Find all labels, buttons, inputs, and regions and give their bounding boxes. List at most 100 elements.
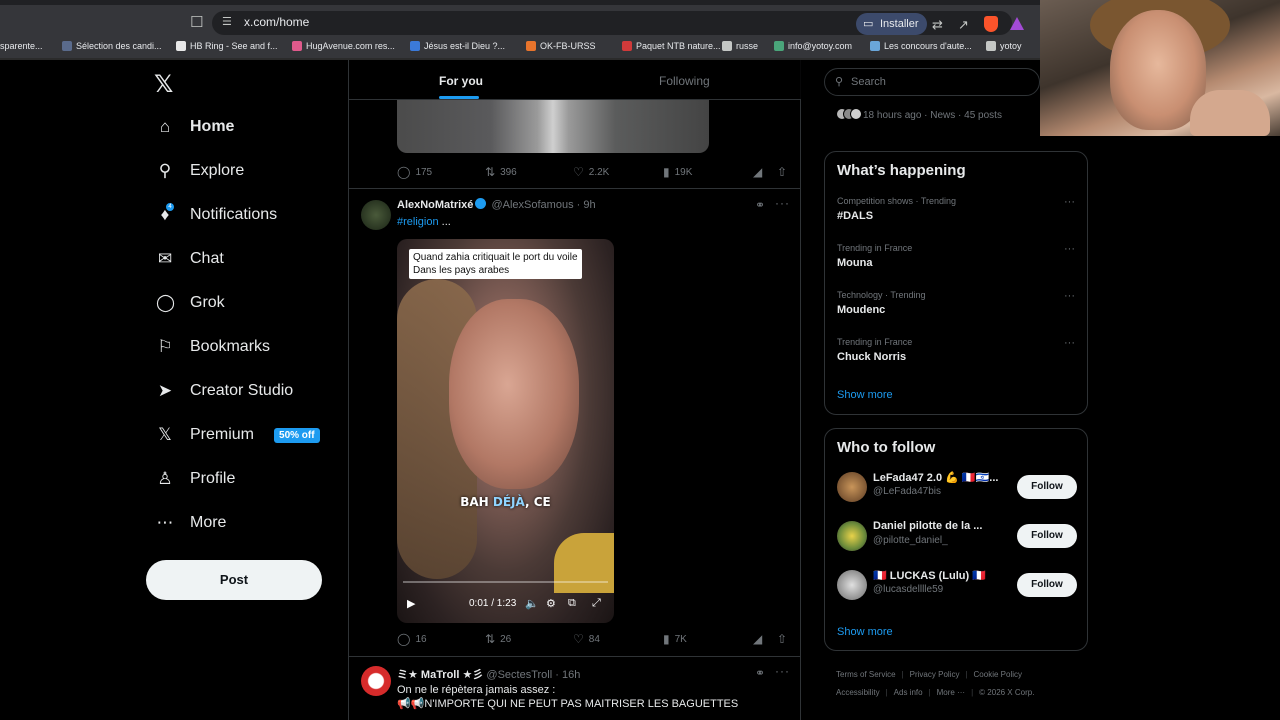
footer-link[interactable]: Cookie Policy: [974, 670, 1022, 679]
share-tweet-button[interactable]: ⇧: [777, 165, 787, 179]
suggestion-name[interactable]: LeFada47 2.0 💪 🇫🇷🇮🇱...: [873, 471, 998, 484]
follow-button[interactable]: Follow: [1017, 524, 1077, 548]
footer-link[interactable]: Terms of Service: [836, 670, 896, 679]
repost-button[interactable]: ⇅ 26: [485, 632, 511, 646]
share-icon[interactable]: ↗: [958, 17, 969, 33]
tab-for-you[interactable]: For you: [439, 74, 483, 88]
nav-item-bookmarks[interactable]: ⚐ Bookmarks: [156, 329, 270, 365]
follow-button[interactable]: Follow: [1017, 475, 1077, 499]
post-button[interactable]: Post: [146, 560, 322, 600]
footer-link[interactable]: Ads info: [894, 688, 923, 697]
caption-line-1: Quand zahia critiquait le port du voile: [413, 252, 578, 263]
footer-link[interactable]: Privacy Policy: [910, 670, 960, 679]
like-button[interactable]: ♡ 84: [573, 632, 600, 646]
trend-item[interactable]: Technology · Trending Moudenc ···: [837, 290, 1077, 316]
author-handle[interactable]: @AlexSofamous: [491, 199, 573, 211]
brave-rewards-icon[interactable]: [1010, 17, 1024, 30]
previous-tweet-media[interactable]: [397, 100, 709, 153]
suggestion-name[interactable]: 🇫🇷 LUCKAS (Lulu) 🇫🇷: [873, 569, 986, 582]
nav-item-chat[interactable]: ✉ Chat: [156, 241, 224, 277]
trend-item[interactable]: Competition shows · Trending #DALS ···: [837, 196, 1077, 222]
like-button[interactable]: ♡ 2.2K: [573, 165, 609, 179]
tab-following[interactable]: Following: [659, 74, 710, 88]
bookmark-page-icon[interactable]: ☐: [190, 13, 204, 31]
footer-link[interactable]: Accessibility: [836, 688, 880, 697]
settings-icon[interactable]: ⚙: [546, 597, 556, 610]
trend-item[interactable]: Trending in France Chuck Norris ···: [837, 337, 1077, 363]
show-more-trends-link[interactable]: Show more: [837, 389, 893, 401]
grok-analyze-icon[interactable]: ⚭: [755, 666, 766, 680]
nav-item-profile[interactable]: ♙ Profile: [156, 461, 235, 497]
bookmark-item[interactable]: info@yotoy.com: [774, 41, 852, 51]
follow-suggestion[interactable]: LeFada47 2.0 💪 🇫🇷🇮🇱... @LeFada47bis Follow: [837, 469, 1077, 505]
bookmark-item[interactable]: Les concours d'aute...: [870, 41, 972, 51]
follow-suggestion[interactable]: 🇫🇷 LUCKAS (Lulu) 🇫🇷 @lucasdelllle59 Follow: [837, 567, 1077, 603]
brave-shield-icon[interactable]: [984, 16, 998, 32]
bookmark-favicon-icon: [176, 41, 186, 51]
reply-button[interactable]: ◯ 16: [397, 632, 427, 646]
nav-item-home[interactable]: ⌂ Home: [156, 109, 235, 145]
fullscreen-icon[interactable]: ⤢: [592, 597, 601, 610]
tweet-time[interactable]: · 9h: [577, 199, 596, 211]
footer-link[interactable]: © 2026 X Corp.: [979, 688, 1034, 697]
volume-icon[interactable]: 🔈: [525, 597, 539, 610]
nav-item-grok[interactable]: ◯ Grok: [156, 285, 225, 321]
footer-link[interactable]: More ···: [937, 688, 965, 697]
avatar[interactable]: [361, 200, 391, 230]
trend-more-icon[interactable]: ···: [1064, 243, 1075, 255]
trend-more-icon[interactable]: ···: [1064, 337, 1075, 349]
repost-button[interactable]: ⇅ 396: [485, 165, 517, 179]
avatar[interactable]: [837, 570, 867, 600]
show-more-follow-link[interactable]: Show more: [837, 626, 893, 638]
translate-icon[interactable]: ⇄: [932, 17, 943, 33]
nav-item-creator-studio[interactable]: ➤ Creator Studio: [156, 373, 293, 409]
search-input[interactable]: ⚲ Search: [824, 68, 1040, 96]
follow-button[interactable]: Follow: [1017, 573, 1077, 597]
news-item[interactable]: 18 hours ago · News · 45 posts: [836, 108, 1002, 123]
author-handle[interactable]: @SectesTroll: [486, 669, 552, 681]
views-button[interactable]: ▮ 19K: [663, 165, 692, 179]
views-button[interactable]: ▮ 7K: [663, 632, 687, 646]
bookmark-tweet-button[interactable]: ◢: [753, 632, 762, 646]
bookmark-item[interactable]: HB Ring - See and f...: [176, 41, 278, 51]
bookmark-item[interactable]: Jésus est-il Dieu ?...: [410, 41, 505, 51]
url-text[interactable]: x.com/home: [244, 15, 309, 29]
bookmark-item[interactable]: sparente...: [0, 41, 43, 51]
bookmark-item[interactable]: yotoy: [986, 41, 1022, 51]
share-tweet-button[interactable]: ⇧: [777, 632, 787, 646]
author-name[interactable]: AlexNoMatrixé: [397, 199, 473, 211]
nav-item-notifications[interactable]: ♦ 4 Notifications: [156, 197, 277, 233]
nav-item-explore[interactable]: ⚲ Explore: [156, 153, 244, 189]
bookmark-item[interactable]: russe: [722, 41, 758, 51]
more-options-icon[interactable]: ···: [775, 196, 790, 210]
trend-more-icon[interactable]: ···: [1064, 196, 1075, 208]
install-app-button[interactable]: ▭ Installer: [856, 13, 927, 35]
site-info-icon[interactable]: ☰: [222, 15, 232, 28]
play-icon[interactable]: ▶: [407, 597, 415, 610]
hashtag-link[interactable]: #religion: [397, 216, 439, 228]
avatar[interactable]: [837, 472, 867, 502]
video-progress-bar[interactable]: [403, 581, 608, 583]
more-options-icon[interactable]: ···: [775, 664, 790, 678]
x-logo-icon[interactable]: 𝕏: [154, 70, 173, 99]
nav-item-premium[interactable]: 𝕏 Premium 50% off: [156, 417, 320, 453]
video-player[interactable]: Quand zahia critiquait le port du voile …: [397, 239, 614, 623]
author-name[interactable]: ミ★ MaTroll ★彡: [397, 669, 483, 681]
bookmark-item[interactable]: Sélection des candi...: [62, 41, 162, 51]
trend-more-icon[interactable]: ···: [1064, 290, 1075, 302]
suggestion-name[interactable]: Daniel pilotte de la ...: [873, 520, 982, 532]
bookmark-item[interactable]: OK-FB-URSS: [526, 41, 596, 51]
avatar[interactable]: [837, 521, 867, 551]
tweet-time[interactable]: · 16h: [555, 669, 580, 681]
follow-suggestion[interactable]: Daniel pilotte de la ... @pilotte_daniel_…: [837, 518, 1077, 554]
pip-icon[interactable]: ⧉: [568, 597, 576, 610]
trend-item[interactable]: Trending in France Mouna ···: [837, 243, 1077, 269]
reply-button[interactable]: ◯ 175: [397, 165, 432, 179]
avatar[interactable]: [361, 666, 391, 696]
bookmark-tweet-button[interactable]: ◢: [753, 165, 762, 179]
trend-topic: #DALS: [837, 210, 874, 222]
bookmark-item[interactable]: HugAvenue.com res...: [292, 41, 395, 51]
bookmark-item[interactable]: Paquet NTB nature...: [622, 41, 721, 51]
nav-item-more[interactable]: ⋯ More: [156, 505, 227, 541]
grok-analyze-icon[interactable]: ⚭: [755, 198, 766, 212]
